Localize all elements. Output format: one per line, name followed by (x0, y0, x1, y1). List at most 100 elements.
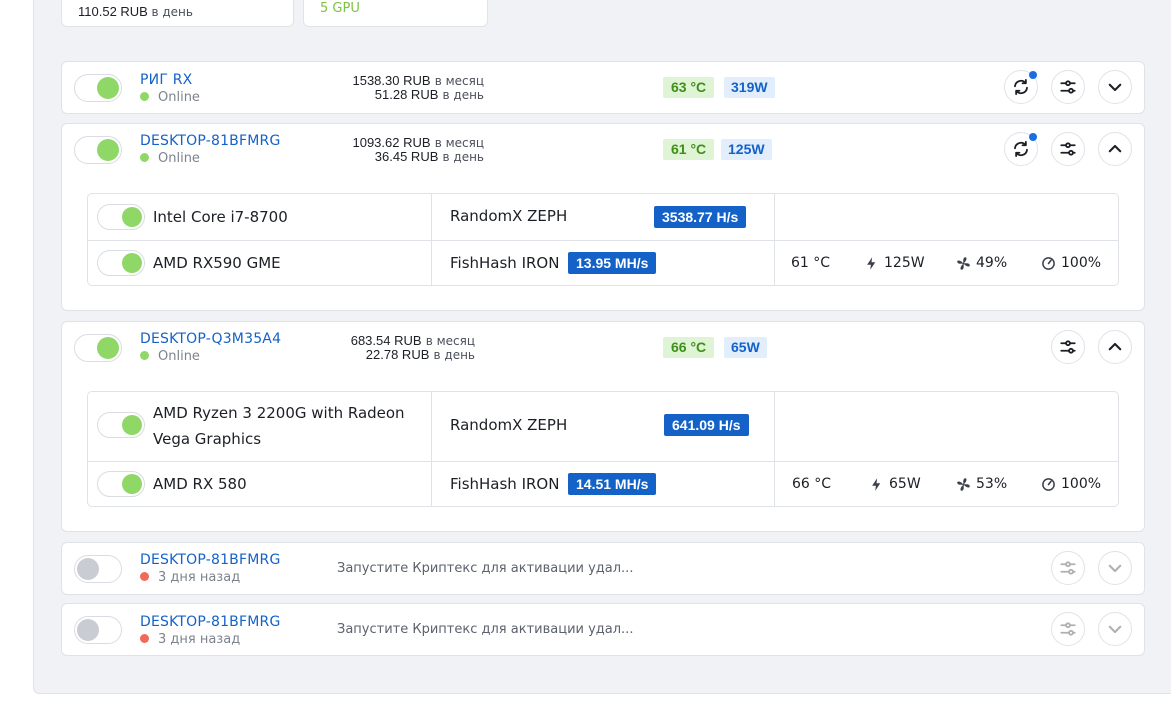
sliders-icon (1059, 338, 1077, 356)
rig-temp-badge: 61 °C (663, 139, 715, 160)
rig-name[interactable]: DESKTOP-Q3M35A4 (140, 331, 281, 347)
refresh-icon (1012, 140, 1030, 158)
chevron-up-icon (1106, 140, 1124, 158)
notification-dot (1029, 71, 1037, 79)
sliders-icon (1059, 140, 1077, 158)
sliders-icon (1059, 559, 1077, 577)
device-row: AMD Ryzen 3 2200G with Radeon Vega Graphi… (88, 392, 1118, 461)
sliders-icon (1059, 78, 1077, 96)
rig-earnings: 1538.30 RUB в месяц 51.28 RUB в день (352, 73, 484, 102)
settings-button[interactable] (1051, 612, 1085, 646)
device-load: 100% (1041, 255, 1101, 271)
hashrate-badge: 14.51 MH/s (568, 473, 657, 495)
rig-toggle[interactable] (74, 555, 122, 583)
algorithm: FishHash IRON (450, 254, 560, 272)
bolt-icon (864, 256, 879, 271)
expand-button[interactable] (1098, 70, 1132, 104)
rig-toggle[interactable] (74, 136, 122, 164)
rig-toggle[interactable] (74, 616, 122, 644)
rig-toggle[interactable] (74, 334, 122, 362)
rig-card: DESKTOP-81BFMRG Online 1093.62 RUB в мес… (61, 123, 1145, 311)
gauge-icon (1041, 477, 1056, 492)
device-fan: 49% (956, 255, 1007, 271)
device-row: Intel Core i7-8700 RandomX ZEPH 3538.77 … (88, 194, 1118, 240)
hashrate-badge: 3538.77 H/s (654, 206, 747, 228)
rig-name[interactable]: DESKTOP-81BFMRG (140, 552, 281, 568)
rig-card: РИГ RX Online 1538.30 RUB в месяц 51.28 … (61, 61, 1145, 114)
offline-message: Запустите Криптекс для активации удал... (337, 622, 634, 637)
rig-status: Online (140, 151, 200, 166)
collapse-button[interactable] (1098, 330, 1132, 364)
rig-power-badge: 65W (724, 337, 767, 358)
rig-name[interactable]: DESKTOP-81BFMRG (140, 614, 281, 630)
status-dot (140, 634, 149, 643)
rig-status: 3 дня назад (140, 570, 240, 585)
algorithm: FishHash IRON (450, 475, 560, 493)
daily-earnings-value: 110.52 RUB (78, 4, 148, 19)
restart-button[interactable] (1004, 70, 1038, 104)
rig-temp-badge: 66 °C (663, 337, 715, 358)
device-row: AMD RX 580 FishHash IRON 14.51 MH/s 66 °… (88, 461, 1118, 507)
rig-toggle[interactable] (74, 74, 122, 102)
month-earnings: 1538.30 RUB (352, 73, 431, 88)
refresh-icon (1012, 78, 1030, 96)
settings-button[interactable] (1051, 132, 1085, 166)
device-power: 125W (864, 255, 925, 271)
bolt-icon (869, 477, 884, 492)
status-dot (140, 153, 149, 162)
device-name: AMD RX590 GME (153, 254, 281, 272)
rig-temp-badge: 63 °C (663, 77, 715, 98)
device-load: 100% (1041, 476, 1101, 492)
fan-icon (956, 256, 971, 271)
month-earnings: 683.54 RUB (350, 333, 422, 348)
algorithm: RandomX ZEPH (450, 207, 568, 225)
device-toggle[interactable] (97, 204, 145, 230)
device-name: AMD RX 580 (153, 475, 247, 493)
device-toggle[interactable] (97, 250, 145, 276)
chevron-up-icon (1106, 338, 1124, 356)
rig-power-badge: 319W (724, 77, 775, 98)
day-earnings: 22.78 RUB (365, 347, 430, 362)
rig-card: DESKTOP-Q3M35A4 Online 683.54 RUB в меся… (61, 321, 1145, 532)
device-toggle[interactable] (97, 412, 145, 438)
rig-earnings: 683.54 RUB в месяц 22.78 RUB в день (350, 333, 475, 362)
rig-earnings: 1093.62 RUB в месяц 36.45 RUB в день (352, 135, 484, 164)
rig-name[interactable]: РИГ RX (140, 72, 192, 88)
rig-status: Online (140, 349, 200, 364)
day-earnings: 51.28 RUB (374, 87, 439, 102)
device-power: 65W (869, 476, 921, 492)
month-earnings: 1093.62 RUB (352, 135, 431, 150)
chevron-down-icon (1106, 78, 1124, 96)
settings-button[interactable] (1051, 330, 1085, 364)
rig-power-badge: 125W (721, 139, 772, 160)
day-earnings: 36.45 RUB (374, 149, 439, 164)
hashrate-badge: 641.09 H/s (664, 414, 749, 436)
device-toggle[interactable] (97, 471, 145, 497)
hashrate-badge: 13.95 MH/s (568, 252, 657, 274)
fan-icon (956, 477, 971, 492)
device-name: Intel Core i7-8700 (153, 208, 288, 226)
settings-button[interactable] (1051, 70, 1085, 104)
rig-name[interactable]: DESKTOP-81BFMRG (140, 133, 281, 149)
chevron-down-icon (1106, 559, 1124, 577)
device-table: AMD Ryzen 3 2200G with Radeon Vega Graphi… (87, 391, 1119, 507)
collapse-button[interactable] (1098, 132, 1132, 166)
device-temp: 61 °C (791, 255, 831, 271)
algorithm: RandomX ZEPH (450, 416, 568, 434)
offline-message: Запустите Криптекс для активации удал... (337, 561, 634, 576)
expand-button[interactable] (1098, 551, 1132, 585)
restart-button[interactable] (1004, 132, 1038, 166)
settings-button[interactable] (1051, 551, 1085, 585)
gauge-icon (1041, 256, 1056, 271)
rig-status: 3 дня назад (140, 632, 240, 647)
expand-button[interactable] (1098, 612, 1132, 646)
status-dot (140, 572, 149, 581)
notification-dot (1029, 133, 1037, 141)
device-fan: 53% (956, 476, 1007, 492)
status-dot (140, 92, 149, 101)
gpu-count: 5 GPU (320, 1, 360, 16)
device-temp: 66 °C (792, 476, 832, 492)
daily-earnings-unit: в день (151, 5, 193, 19)
status-dot (140, 351, 149, 360)
device-table: Intel Core i7-8700 RandomX ZEPH 3538.77 … (87, 193, 1119, 286)
